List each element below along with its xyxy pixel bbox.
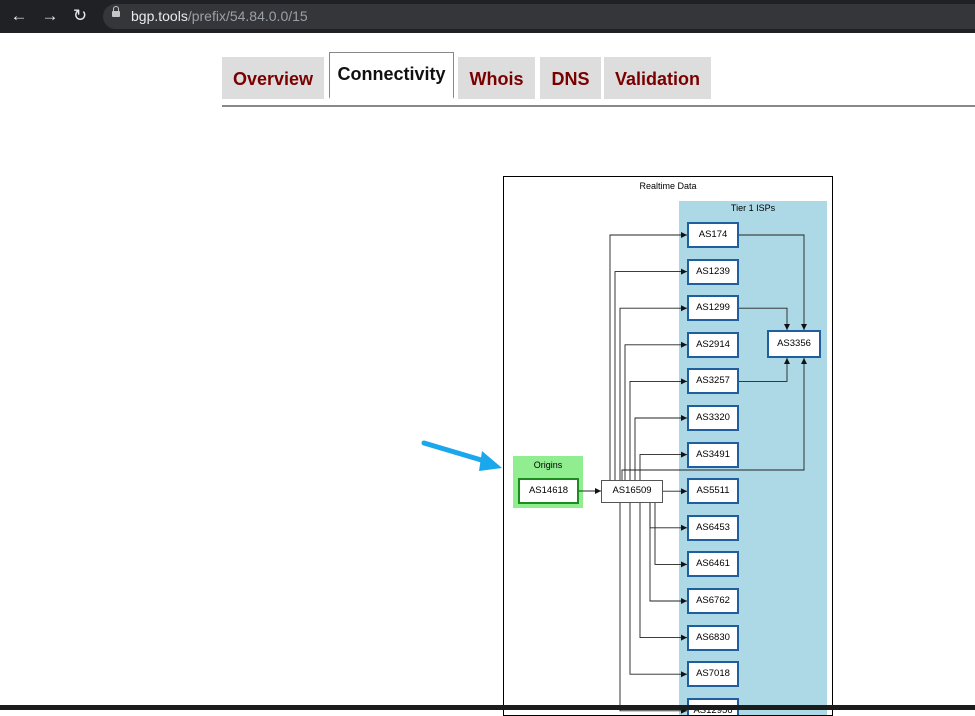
- url-text: bgp.tools/prefix/54.84.0.0/15: [131, 8, 308, 24]
- connectivity-graph: Realtime Data Tier 1 ISPs Origins AS1461…: [503, 176, 833, 716]
- node-tier1[interactable]: AS7018: [687, 661, 739, 688]
- node-tier1[interactable]: AS5511: [687, 478, 739, 505]
- graph-edge: [639, 503, 687, 639]
- graph-edge: [634, 417, 687, 480]
- graph-edge: [639, 454, 687, 480]
- graph-edge-arrowhead: [801, 358, 807, 364]
- graph-edge: [624, 344, 687, 480]
- tab-validation[interactable]: Validation: [604, 57, 711, 99]
- graph-edge: [649, 503, 687, 602]
- graph-edge: [739, 358, 788, 382]
- lock-icon: [112, 6, 120, 17]
- node-transit[interactable]: AS16509: [601, 480, 663, 503]
- node-tier1[interactable]: AS3320: [687, 405, 739, 431]
- node-aggregator[interactable]: AS3356: [767, 330, 821, 358]
- graph-edge: [739, 234, 805, 330]
- node-tier1[interactable]: AS6461: [687, 551, 739, 578]
- tab-bar: Overview Connectivity Whois DNS Validati…: [222, 52, 975, 107]
- node-tier1[interactable]: AS2914: [687, 331, 739, 358]
- node-tier1[interactable]: AS3257: [687, 368, 739, 395]
- address-bar[interactable]: bgp.tools/prefix/54.84.0.0/15: [103, 4, 975, 29]
- graph-edge: [654, 503, 687, 565]
- reload-icon[interactable]: ↻: [70, 6, 90, 26]
- graph-edges: [579, 232, 807, 714]
- node-tier1[interactable]: AS3491: [687, 441, 739, 468]
- node-tier1[interactable]: AS174: [687, 222, 739, 248]
- node-origin[interactable]: AS14618: [518, 478, 579, 504]
- browser-toolbar: ← → ↻ bgp.tools/prefix/54.84.0.0/15: [0, 0, 975, 33]
- graph-edge: [739, 307, 788, 330]
- node-tier1[interactable]: AS6830: [687, 624, 739, 651]
- tab-dns[interactable]: DNS: [540, 57, 601, 99]
- node-tier1[interactable]: AS1239: [687, 258, 739, 285]
- tab-overview[interactable]: Overview: [222, 57, 324, 99]
- graph-edge-arrowhead: [784, 358, 790, 364]
- tab-whois[interactable]: Whois: [458, 57, 535, 99]
- graph-edge: [614, 271, 687, 480]
- back-icon[interactable]: ←: [9, 6, 29, 26]
- tab-connectivity[interactable]: Connectivity: [329, 52, 454, 99]
- graph-edge: [629, 503, 687, 675]
- node-tier1[interactable]: AS6453: [687, 514, 739, 541]
- pointer-arrow-icon: [421, 440, 502, 471]
- node-tier1[interactable]: AS1299: [687, 295, 739, 322]
- window-bottom-edge: [0, 705, 975, 710]
- node-tier1[interactable]: AS6762: [687, 588, 739, 614]
- forward-icon[interactable]: →: [40, 6, 60, 26]
- graph-edge: [629, 380, 687, 480]
